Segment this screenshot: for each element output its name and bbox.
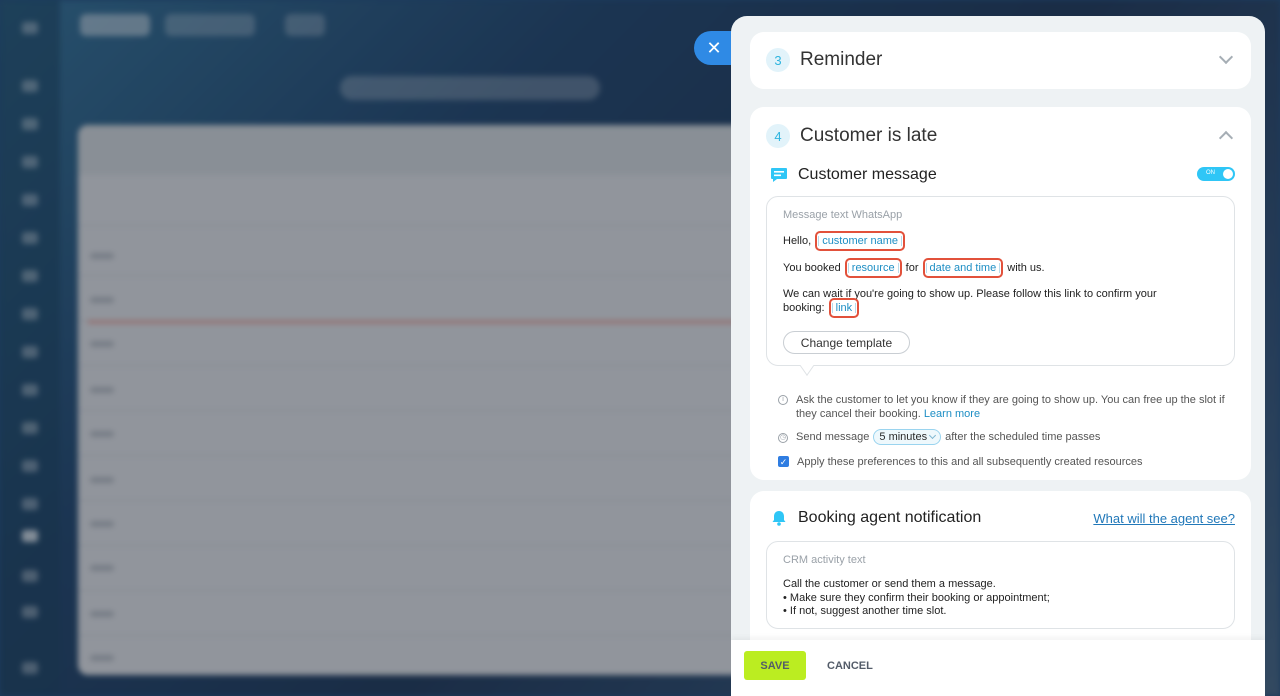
- late-hint: i Ask the customer to let you know if th…: [778, 393, 1228, 421]
- customer-name-tag[interactable]: customer name: [815, 231, 905, 251]
- chevron-up-icon[interactable]: [1218, 130, 1234, 146]
- customer-message-title: Customer message: [798, 166, 937, 183]
- apply-label: Apply these preferences to this and all …: [797, 456, 1143, 468]
- crm-text-line: Call the customer or send them a message…: [783, 578, 996, 590]
- customer-message-toggle[interactable]: ON: [1197, 167, 1235, 181]
- message-text: with us.: [1007, 262, 1045, 274]
- step-number: 3: [766, 48, 790, 72]
- info-icon: i: [778, 395, 788, 405]
- what-agent-sees-link[interactable]: What will the agent see?: [1093, 511, 1235, 526]
- crm-activity-box[interactable]: CRM activity text Call the customer or s…: [766, 541, 1235, 629]
- crm-text-line: • If not, suggest another time slot.: [783, 605, 947, 617]
- learn-more-link[interactable]: Learn more: [924, 408, 980, 420]
- section-title: Reminder: [800, 49, 883, 70]
- close-icon: ✕: [706, 37, 722, 58]
- send-suffix: after the scheduled time passes: [945, 431, 1101, 443]
- delay-dropdown[interactable]: 5 minutes: [873, 429, 942, 445]
- change-template-button[interactable]: Change template: [783, 331, 910, 354]
- message-text-box[interactable]: Message text WhatsApp Hello, customer na…: [766, 196, 1235, 376]
- toggle-label: ON: [1206, 170, 1215, 176]
- customer-late-section: 4 Customer is late Customer message ON M…: [750, 107, 1251, 480]
- bell-icon: [772, 511, 786, 526]
- hint-text: Ask the customer to let you know if they…: [796, 394, 1225, 420]
- date-time-tag[interactable]: date and time: [922, 258, 1004, 278]
- send-prefix: Send message: [796, 431, 870, 443]
- apply-checkbox[interactable]: ✓: [778, 456, 789, 467]
- message-text: You booked: [783, 262, 841, 274]
- reminder-section[interactable]: 3 Reminder: [750, 32, 1251, 89]
- message-box-label: Message text WhatsApp: [783, 209, 903, 221]
- send-message-row: ◷ Send message 5 minutes after the sched…: [778, 429, 1100, 445]
- message-text: booking:: [783, 302, 825, 314]
- chevron-down-icon[interactable]: [1218, 49, 1234, 65]
- cancel-button[interactable]: CANCEL: [827, 651, 873, 680]
- message-text: for: [905, 262, 919, 274]
- settings-panel: 3 Reminder 4 Customer is late Customer m…: [731, 16, 1265, 696]
- close-slider-button[interactable]: ✕: [694, 31, 734, 65]
- agent-notification-title: Booking agent notification: [798, 509, 982, 526]
- crm-text-line: • Make sure they confirm their booking o…: [783, 592, 1050, 604]
- resource-tag[interactable]: resource: [844, 258, 902, 278]
- panel-footer: SAVE CANCEL: [731, 640, 1265, 696]
- message-icon: [771, 168, 787, 182]
- message-text: Hello,: [783, 235, 812, 247]
- chevron-down-icon: [929, 431, 937, 440]
- apply-row: ✓ Apply these preferences to this and al…: [778, 455, 1142, 469]
- link-tag[interactable]: link: [828, 298, 860, 318]
- delay-value: 5 minutes: [879, 431, 928, 443]
- crm-box-label: CRM activity text: [783, 554, 866, 566]
- save-button[interactable]: SAVE: [744, 651, 806, 680]
- clock-icon: ◷: [778, 433, 788, 443]
- section-title: Customer is late: [800, 125, 938, 146]
- step-number: 4: [766, 124, 790, 148]
